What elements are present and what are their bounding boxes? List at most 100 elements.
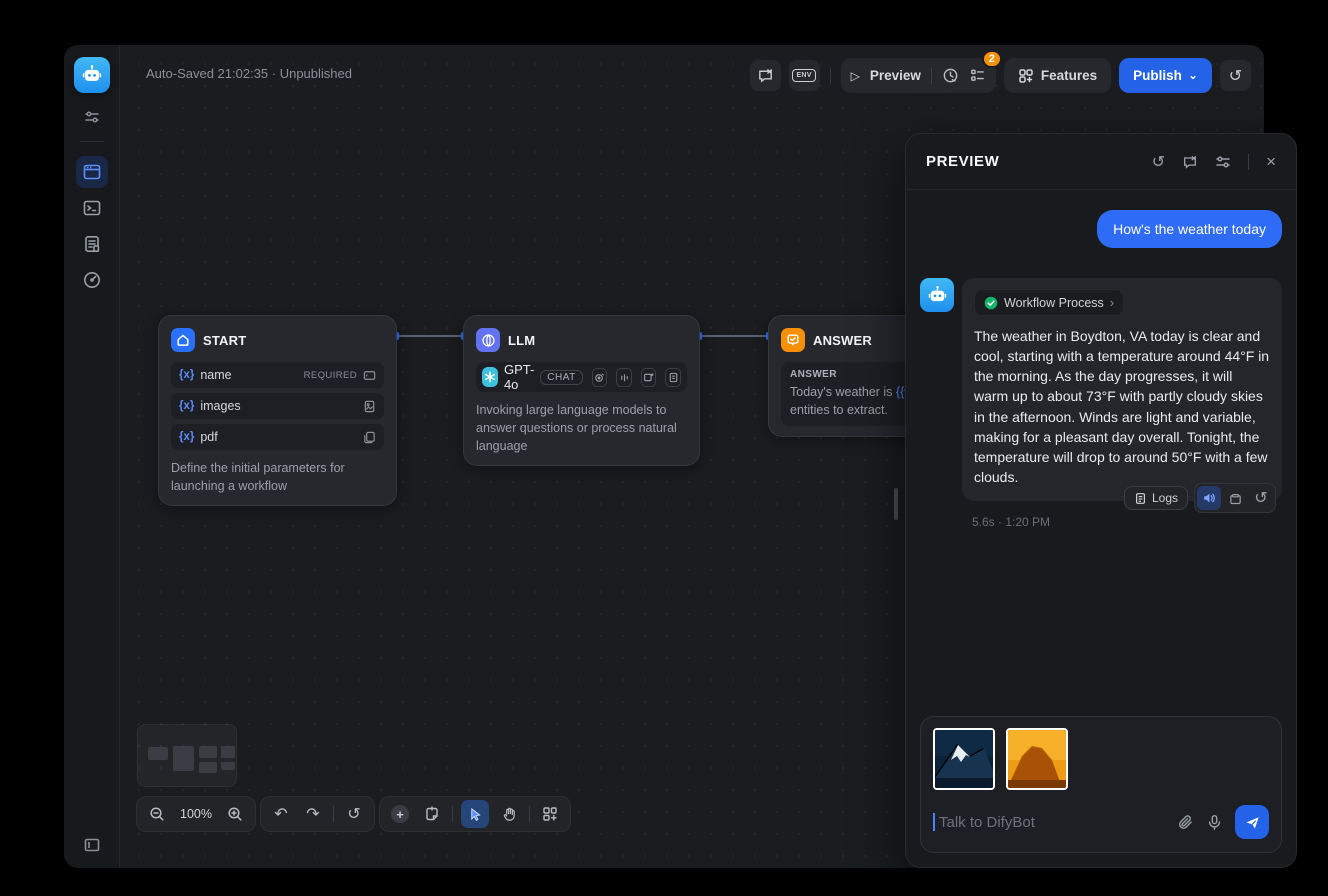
message-actions: Logs (1124, 483, 1276, 513)
attachment-image-sunset[interactable] (1006, 728, 1068, 790)
sidebar (64, 45, 120, 868)
logs-label: Logs (1152, 491, 1178, 505)
chevron-down-icon: ⌄ (1188, 68, 1198, 82)
zoom-out-icon[interactable] (145, 802, 169, 826)
model-mode-badge: CHAT (540, 370, 582, 385)
llm-icon (476, 328, 500, 352)
features-icon (1018, 68, 1034, 84)
editing-tools: + (379, 796, 571, 832)
undo-icon[interactable]: ↶ (269, 802, 293, 826)
canvas-scrollbar-thumb[interactable] (894, 488, 898, 520)
message-action-group: ↺ (1194, 483, 1276, 513)
zoom-level[interactable]: 100% (177, 807, 215, 821)
chat-area: How's the weather today (906, 190, 1296, 704)
answer-icon (781, 328, 805, 352)
logs-button[interactable]: Logs (1124, 486, 1188, 510)
sidebar-item-orchestrate[interactable] (76, 156, 108, 188)
chevron-right-icon: › (1110, 295, 1114, 310)
add-note-icon[interactable] (420, 802, 444, 826)
image-file-icon (363, 400, 376, 413)
node-start[interactable]: START {x} name REQUIRED {x} images (158, 315, 397, 506)
doc-capability-icon (665, 368, 681, 387)
text-input-icon (363, 369, 376, 382)
features-button[interactable]: Features (1004, 58, 1111, 93)
close-icon[interactable]: × (1266, 153, 1276, 170)
env-button[interactable]: ENV (789, 60, 820, 91)
chat-x-icon (757, 67, 774, 84)
variable-name: images (200, 399, 240, 413)
add-node-icon[interactable]: + (388, 802, 412, 826)
chat-input[interactable] (939, 814, 1165, 831)
chat-input-container (920, 716, 1282, 853)
history-controls: ↶ ↷ ↺ (260, 796, 375, 832)
autosave-status: Auto-Saved 21:02:35 · Unpublished (146, 66, 352, 81)
logs-icon (82, 234, 102, 254)
preview-button[interactable]: Preview (870, 68, 921, 83)
checklist-icon[interactable] (969, 67, 986, 84)
speaker-icon[interactable] (1197, 486, 1221, 510)
app-logo[interactable] (74, 57, 110, 93)
workflow-process-toggle[interactable]: Workflow Process › (974, 289, 1124, 316)
workflow-process-label: Workflow Process (1004, 296, 1104, 310)
node-llm-title: LLM (508, 333, 535, 348)
send-icon (1244, 814, 1261, 831)
home-icon (171, 328, 195, 352)
sidebar-item-logs[interactable] (76, 228, 108, 260)
text-caret (933, 813, 935, 831)
zoom-in-icon[interactable] (223, 802, 247, 826)
user-message-row: How's the weather today (920, 210, 1282, 248)
restart-conversation-icon[interactable]: ↺ (1152, 154, 1165, 170)
attachment-image-fuji[interactable] (933, 728, 995, 790)
organize-nodes-icon[interactable] (538, 802, 562, 826)
orchestrate-icon (82, 162, 102, 182)
app-window: Auto-Saved 21:02:35 · Unpublished ENV ▷ … (64, 45, 1264, 868)
regenerate-icon[interactable]: ↺ (1249, 486, 1273, 510)
checklist-badge: 2 (982, 50, 1002, 68)
workflow-settings-icon[interactable] (84, 109, 100, 125)
robot-icon (81, 64, 103, 86)
annotation-icon[interactable] (1182, 154, 1198, 170)
publish-button[interactable]: Publish ⌄ (1119, 58, 1212, 93)
openai-icon (482, 367, 498, 387)
robot-icon (927, 285, 948, 306)
sidebar-item-terminal[interactable] (76, 192, 108, 224)
hand-tool-icon[interactable] (497, 802, 521, 826)
variable-row-pdf[interactable]: {x} pdf (171, 424, 384, 450)
collapse-sidebar-icon[interactable] (83, 836, 101, 854)
logs-icon (1134, 492, 1147, 505)
send-button[interactable] (1235, 805, 1269, 839)
variable-icon: {x} (179, 369, 194, 381)
terminal-icon (82, 198, 102, 218)
node-start-description: Define the initial parameters for launch… (171, 459, 384, 495)
version-history-button[interactable]: ↺ (1220, 60, 1251, 91)
preview-group-divider (931, 68, 932, 84)
attachment-thumbnails (933, 728, 1269, 790)
model-selector[interactable]: GPT-4o CHAT (476, 362, 687, 392)
sidebar-divider (80, 141, 104, 142)
minimap[interactable] (137, 724, 237, 787)
topbar-actions: ENV ▷ Preview 2 (750, 58, 1251, 93)
gauge-icon (82, 270, 102, 290)
message-meta: 5.6s · 1:20 PM (972, 515, 1282, 529)
history-icon: ↺ (1229, 68, 1242, 84)
preview-group: ▷ Preview 2 (841, 58, 996, 93)
annotation-button[interactable] (750, 60, 781, 91)
run-history-icon[interactable] (942, 67, 959, 84)
variable-row-name[interactable]: {x} name REQUIRED (171, 362, 384, 388)
play-icon: ▷ (851, 69, 860, 83)
variable-row-images[interactable]: {x} images (171, 393, 384, 419)
conversation-settings-icon[interactable] (1215, 154, 1231, 170)
sidebar-item-monitoring[interactable] (76, 264, 108, 296)
node-llm[interactable]: LLM GPT-4o CHAT (463, 315, 700, 466)
attach-file-icon[interactable] (1177, 814, 1194, 831)
redo-icon[interactable]: ↷ (301, 802, 325, 826)
copy-icon[interactable] (1223, 486, 1247, 510)
pointer-tool-icon[interactable] (461, 800, 489, 828)
edge-start-llm (397, 335, 463, 337)
microphone-icon[interactable] (1206, 814, 1223, 831)
audio-capability-icon (616, 368, 632, 387)
chat-input-row (933, 805, 1269, 839)
model-name: GPT-4o (504, 362, 534, 392)
node-answer-title: ANSWER (813, 333, 872, 348)
change-history-icon[interactable]: ↺ (342, 802, 366, 826)
